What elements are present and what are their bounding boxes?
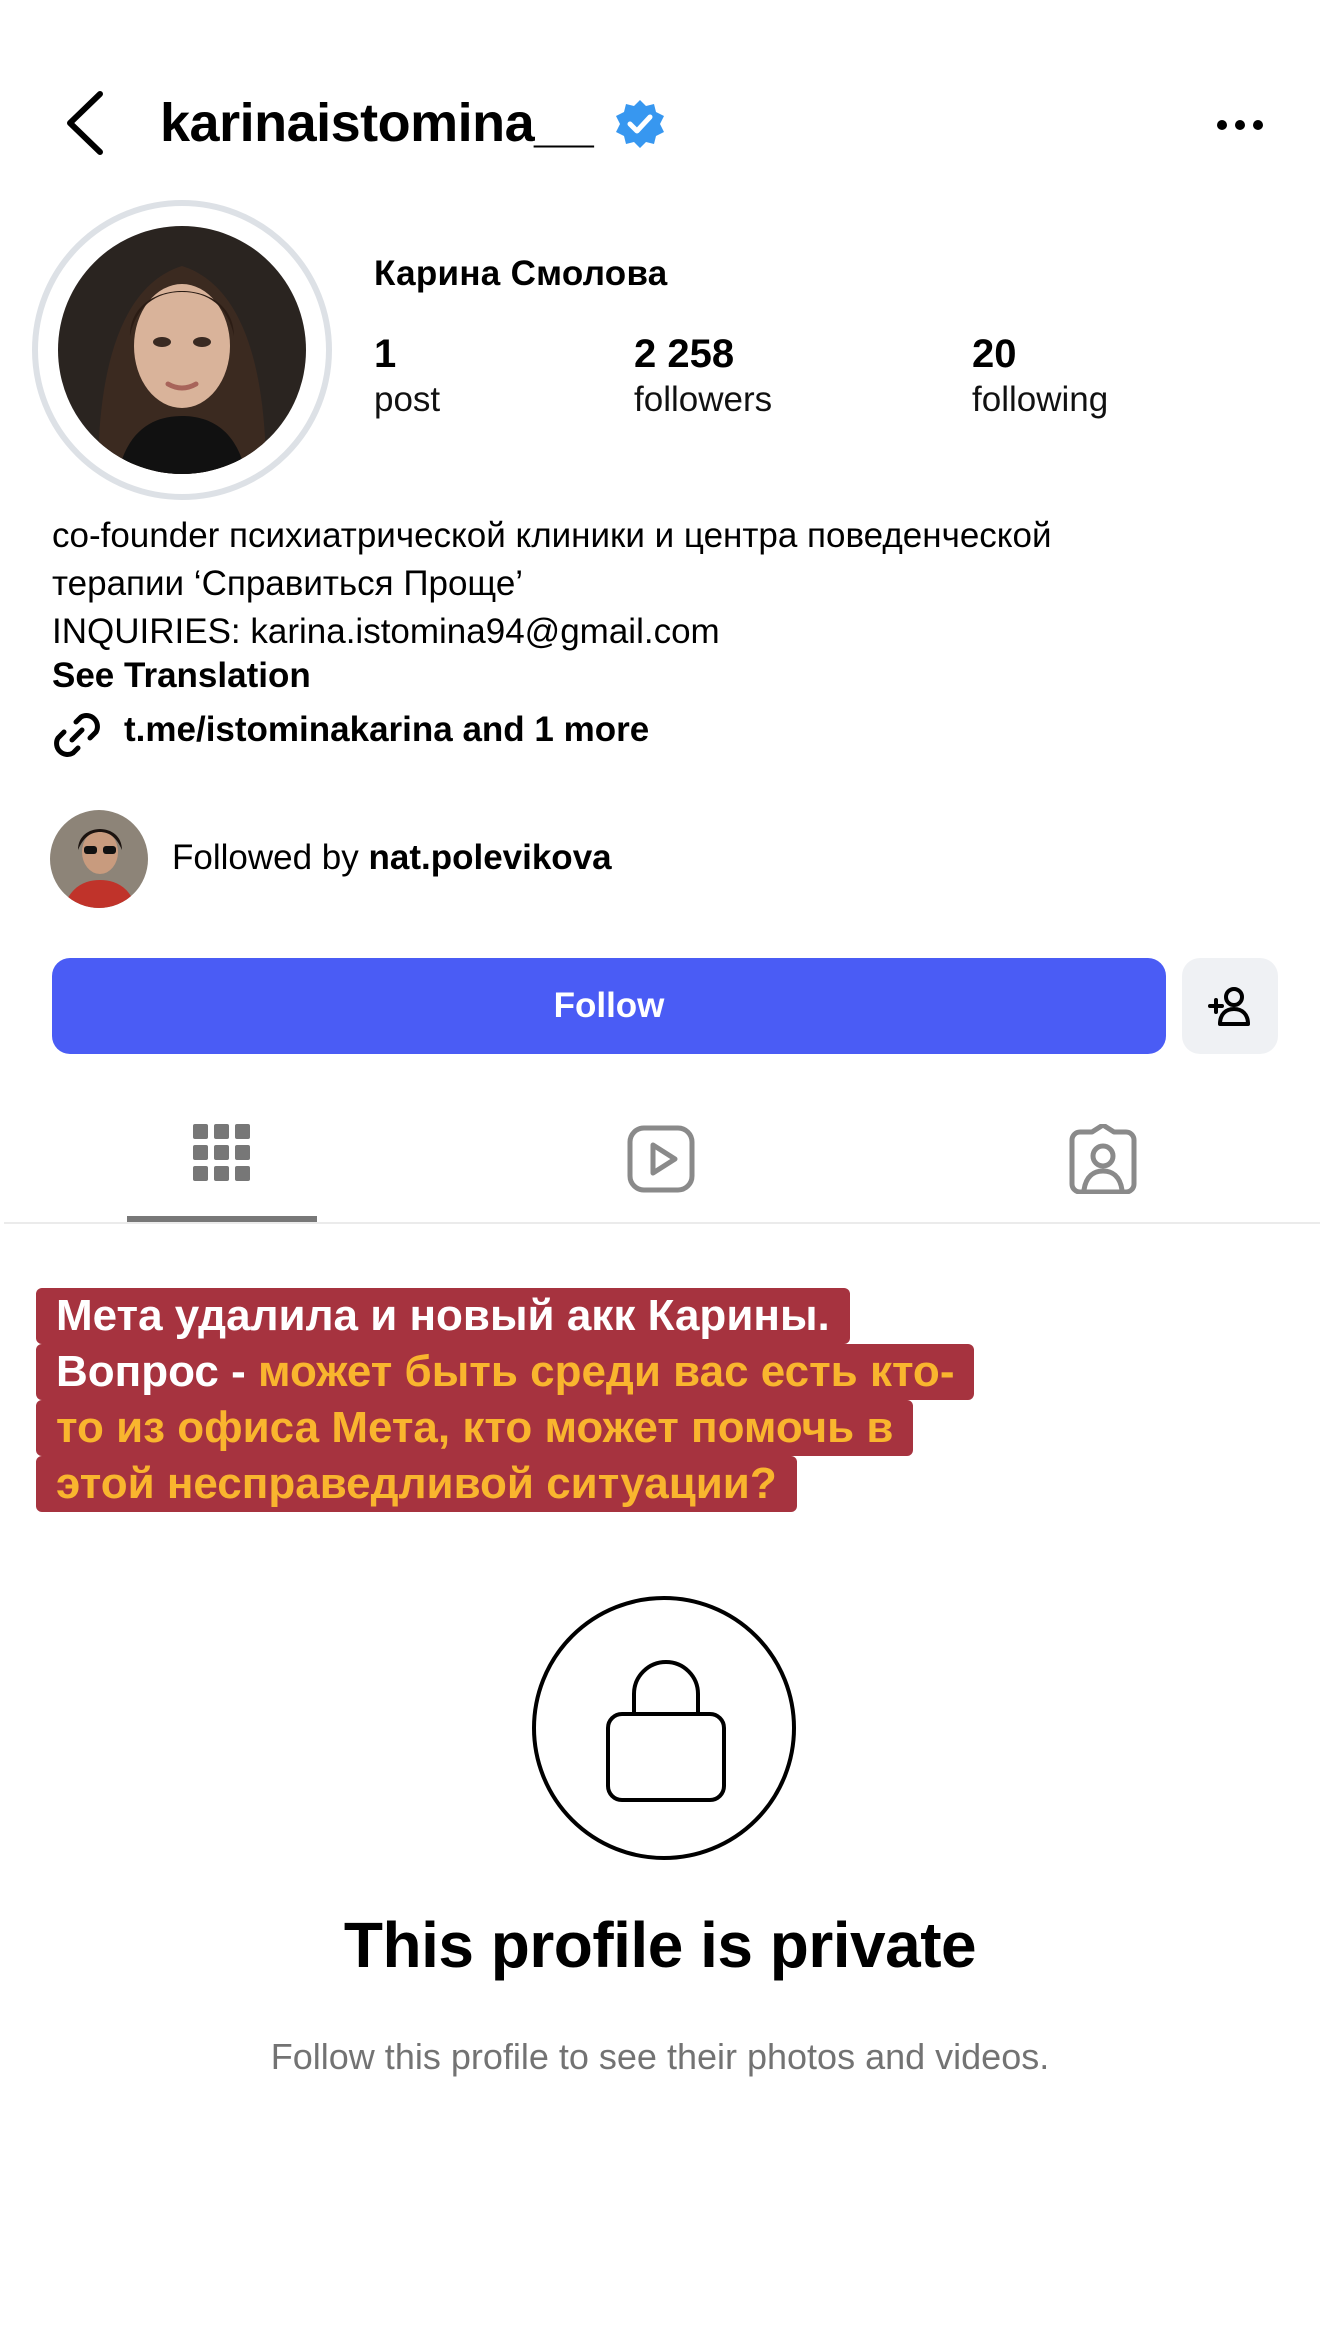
private-subtitle: Follow this profile to see their photos … (270, 2036, 1050, 2077)
back-button[interactable] (62, 88, 112, 158)
stat-following[interactable]: 20 following (972, 330, 1108, 422)
ellipsis-icon (1217, 120, 1263, 130)
caption-text: Вопрос - (56, 1347, 258, 1396)
profile-username: karinaistomina__ (160, 93, 594, 153)
stat-followers-value: 2 258 (634, 332, 735, 376)
follow-button[interactable]: Follow (52, 958, 1166, 1054)
chevron-left-icon (67, 91, 103, 155)
verified-badge-icon (614, 98, 666, 150)
tab-reels[interactable] (566, 1110, 756, 1220)
caption-line: Вопрос - может быть среди вас есть кто- (36, 1344, 975, 1400)
avatar[interactable] (58, 226, 306, 474)
link-icon (54, 713, 100, 757)
profile-header: karinaistomina__ (0, 60, 1320, 190)
caption-highlight: может быть среди вас есть кто- (257, 1347, 955, 1396)
private-title: This profile is private (343, 1909, 977, 1981)
stat-posts[interactable]: 1 post (374, 330, 440, 422)
stat-posts-value: 1 (374, 332, 397, 376)
stat-following-value: 20 (972, 332, 1017, 376)
bio-line: INQUIRIES: karina.istomina94@gmail.com (52, 612, 720, 651)
followed-by-prefix: Followed by (172, 838, 369, 877)
more-options-button[interactable] (1210, 100, 1270, 150)
reels-icon (627, 1125, 695, 1193)
stat-followers-label: followers (634, 380, 773, 419)
stat-posts-label: post (374, 380, 441, 419)
tabs-divider (4, 1222, 1320, 1224)
caption-highlight: то из офиса Мета, кто может помочь в (56, 1403, 894, 1452)
followed-by-text: Followed by nat.polevikova (172, 838, 612, 878)
bio-link-text: t.me/istominakarina and 1 more (124, 710, 650, 749)
add-person-icon (1208, 987, 1250, 1026)
tagged-icon (1069, 1124, 1137, 1194)
private-lock-badge (532, 1596, 796, 1860)
followed-by[interactable]: Followed by nat.polevikova (50, 810, 850, 910)
profile-tabs (0, 1110, 1320, 1224)
display-name: Карина Смолова (374, 254, 668, 293)
profile-avatar-ring[interactable] (32, 200, 332, 500)
overlay-caption: Мета удалила и новый акк Карины. Вопрос … (36, 1288, 1066, 1512)
caption-highlight: этой несправедливой ситуации? (56, 1459, 777, 1508)
mutual-follower-avatar[interactable] (50, 810, 148, 908)
stat-followers[interactable]: 2 258 followers (634, 330, 772, 422)
grid-icon (193, 1124, 250, 1181)
caption-line: Мета удалила и новый акк Карины. (36, 1288, 850, 1344)
tab-grid[interactable] (127, 1110, 317, 1222)
bio-line: терапии ‘Справиться Проще’ (52, 564, 524, 603)
lock-icon (606, 1660, 726, 1802)
profile-bio: co-founder психиатрической клиники и цен… (52, 512, 1292, 656)
suggest-accounts-button[interactable] (1182, 958, 1278, 1054)
tab-tagged[interactable] (1008, 1110, 1198, 1220)
caption-line: то из офиса Мета, кто может помочь в (36, 1400, 914, 1456)
see-translation-link[interactable]: See Translation (52, 656, 311, 696)
bio-line: co-founder психиатрической клиники и цен… (52, 516, 1052, 555)
caption-text: Мета удалила и новый акк Карины. (56, 1291, 830, 1340)
followed-by-username[interactable]: nat.polevikova (368, 838, 611, 877)
caption-line: этой несправедливой ситуации? (36, 1456, 797, 1512)
stat-following-label: following (972, 380, 1109, 419)
